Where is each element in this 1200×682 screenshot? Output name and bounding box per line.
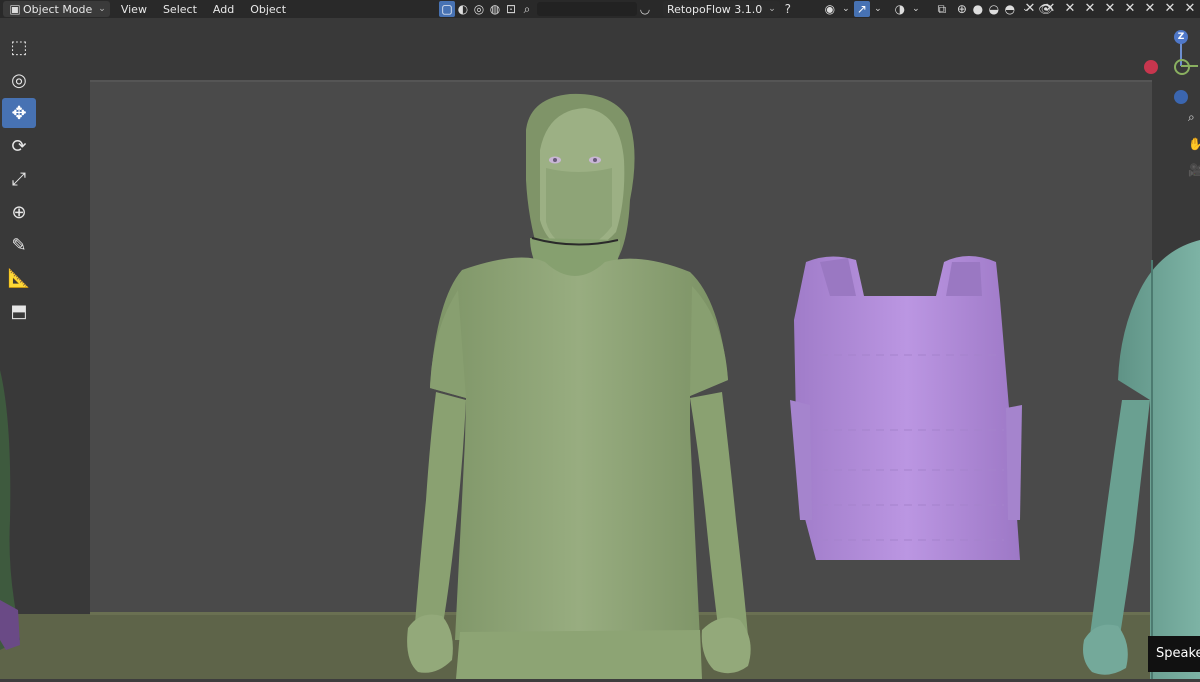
solid-shading-icon[interactable]: ● — [970, 1, 986, 17]
scale-tool[interactable]: ⤢ — [2, 164, 36, 194]
x-neg-axis-ball[interactable] — [1144, 60, 1158, 74]
retopoflow-label: RetopoFlow 3.1.0 — [667, 2, 763, 16]
camera-icon[interactable]: 🎥 — [1188, 163, 1200, 177]
viewport-navigation: ⌕ ✋ 🎥 — [1188, 110, 1200, 189]
search-toggle-icon[interactable]: ◡ — [637, 1, 653, 17]
chevron-down-icon[interactable]: ⌄ — [838, 1, 854, 17]
close-icon[interactable]: ✕ — [1060, 0, 1080, 18]
measure-tool[interactable]: 📐 — [2, 263, 36, 293]
rendered-shading-icon[interactable]: ◓ — [1002, 1, 1018, 17]
select-box-tool[interactable]: ⬚ — [2, 32, 36, 62]
rotate-tool[interactable]: ⟳ — [2, 131, 36, 161]
interaction-mode-label: Object Mode — [23, 2, 93, 16]
annotate-tool[interactable]: ✎ — [2, 230, 36, 260]
selection-tools: ▢ ◐ ◎ ◍ ⊡ ⌕ ◡ — [439, 1, 653, 17]
visibility-eye-icon[interactable]: ◉ — [822, 1, 838, 17]
caption-overlay: Speake — [1148, 636, 1200, 672]
material-shading-icon[interactable]: ◒ — [986, 1, 1002, 17]
cursor-tool[interactable]: ◎ — [2, 65, 36, 95]
interaction-mode-dropdown[interactable]: ▣ Object Mode ⌄ — [3, 1, 110, 17]
window-controls: ✕ ✕ ✕ ✕ ✕ ✕ ✕ ✕ ✕ — [1020, 0, 1200, 18]
menu-add[interactable]: Add — [208, 1, 239, 17]
pan-hand-icon[interactable]: ✋ — [1188, 137, 1200, 151]
close-icon[interactable]: ✕ — [1080, 0, 1100, 18]
y-axis-ball[interactable] — [1174, 59, 1190, 75]
help-icon[interactable]: ? — [780, 1, 796, 17]
select-subtract-icon[interactable]: ◎ — [471, 1, 487, 17]
menu-view[interactable]: View — [116, 1, 152, 17]
3d-viewport[interactable] — [0, 0, 1200, 679]
wireframe-shading-icon[interactable]: ⊕ — [954, 1, 970, 17]
menu-object[interactable]: Object — [245, 1, 291, 17]
overlay-toggle-icon[interactable]: ◑ — [892, 1, 908, 17]
chevron-down-icon[interactable]: ⌄ — [908, 1, 924, 17]
select-invert-icon[interactable]: ◍ — [487, 1, 503, 17]
search-icon: ⌕ — [523, 1, 531, 16]
search-input[interactable] — [537, 2, 638, 16]
select-extend-icon[interactable]: ◐ — [455, 1, 471, 17]
close-icon[interactable]: ✕ — [1020, 0, 1040, 18]
add-cube-tool[interactable]: ⬒ — [2, 296, 36, 326]
gizmo-toggle-icon[interactable]: ↗ — [853, 1, 870, 17]
transform-tool[interactable]: ⊕ — [2, 197, 36, 227]
object-mode-icon: ▣ — [9, 2, 21, 16]
viewport-header: ▣ Object Mode ⌄ View Select Add Object ▢… — [0, 0, 1200, 18]
close-icon[interactable]: ✕ — [1180, 0, 1200, 18]
chevron-down-icon[interactable]: ⌄ — [870, 1, 886, 17]
select-intersect-icon[interactable]: ⊡ — [503, 1, 519, 17]
zoom-icon[interactable]: ⌕ — [1188, 110, 1200, 125]
tool-shelf: ⬚ ◎ ✥ ⟳ ⤢ ⊕ ✎ 📐 ⬒ — [2, 32, 38, 329]
close-icon[interactable]: ✕ — [1040, 0, 1060, 18]
retopoflow-dropdown[interactable]: RetopoFlow 3.1.0 ⌄ — [663, 1, 780, 17]
z-neg-axis-ball[interactable] — [1174, 90, 1188, 104]
close-icon[interactable]: ✕ — [1120, 0, 1140, 18]
scene-render — [0, 0, 1200, 679]
menu-select[interactable]: Select — [158, 1, 202, 17]
close-icon[interactable]: ✕ — [1100, 0, 1120, 18]
close-icon[interactable]: ✕ — [1160, 0, 1180, 18]
tactical-vest — [790, 256, 1022, 560]
xray-toggle-icon[interactable]: ⧉ — [934, 1, 950, 17]
close-icon[interactable]: ✕ — [1140, 0, 1160, 18]
chevron-down-icon: ⌄ — [98, 4, 106, 14]
chevron-down-icon: ⌄ — [768, 4, 776, 14]
navigation-gizmo[interactable]: Z — [1136, 28, 1200, 108]
move-tool[interactable]: ✥ — [2, 98, 36, 128]
select-mode-icon[interactable]: ▢ — [439, 1, 456, 17]
z-axis-ball[interactable]: Z — [1174, 30, 1188, 44]
